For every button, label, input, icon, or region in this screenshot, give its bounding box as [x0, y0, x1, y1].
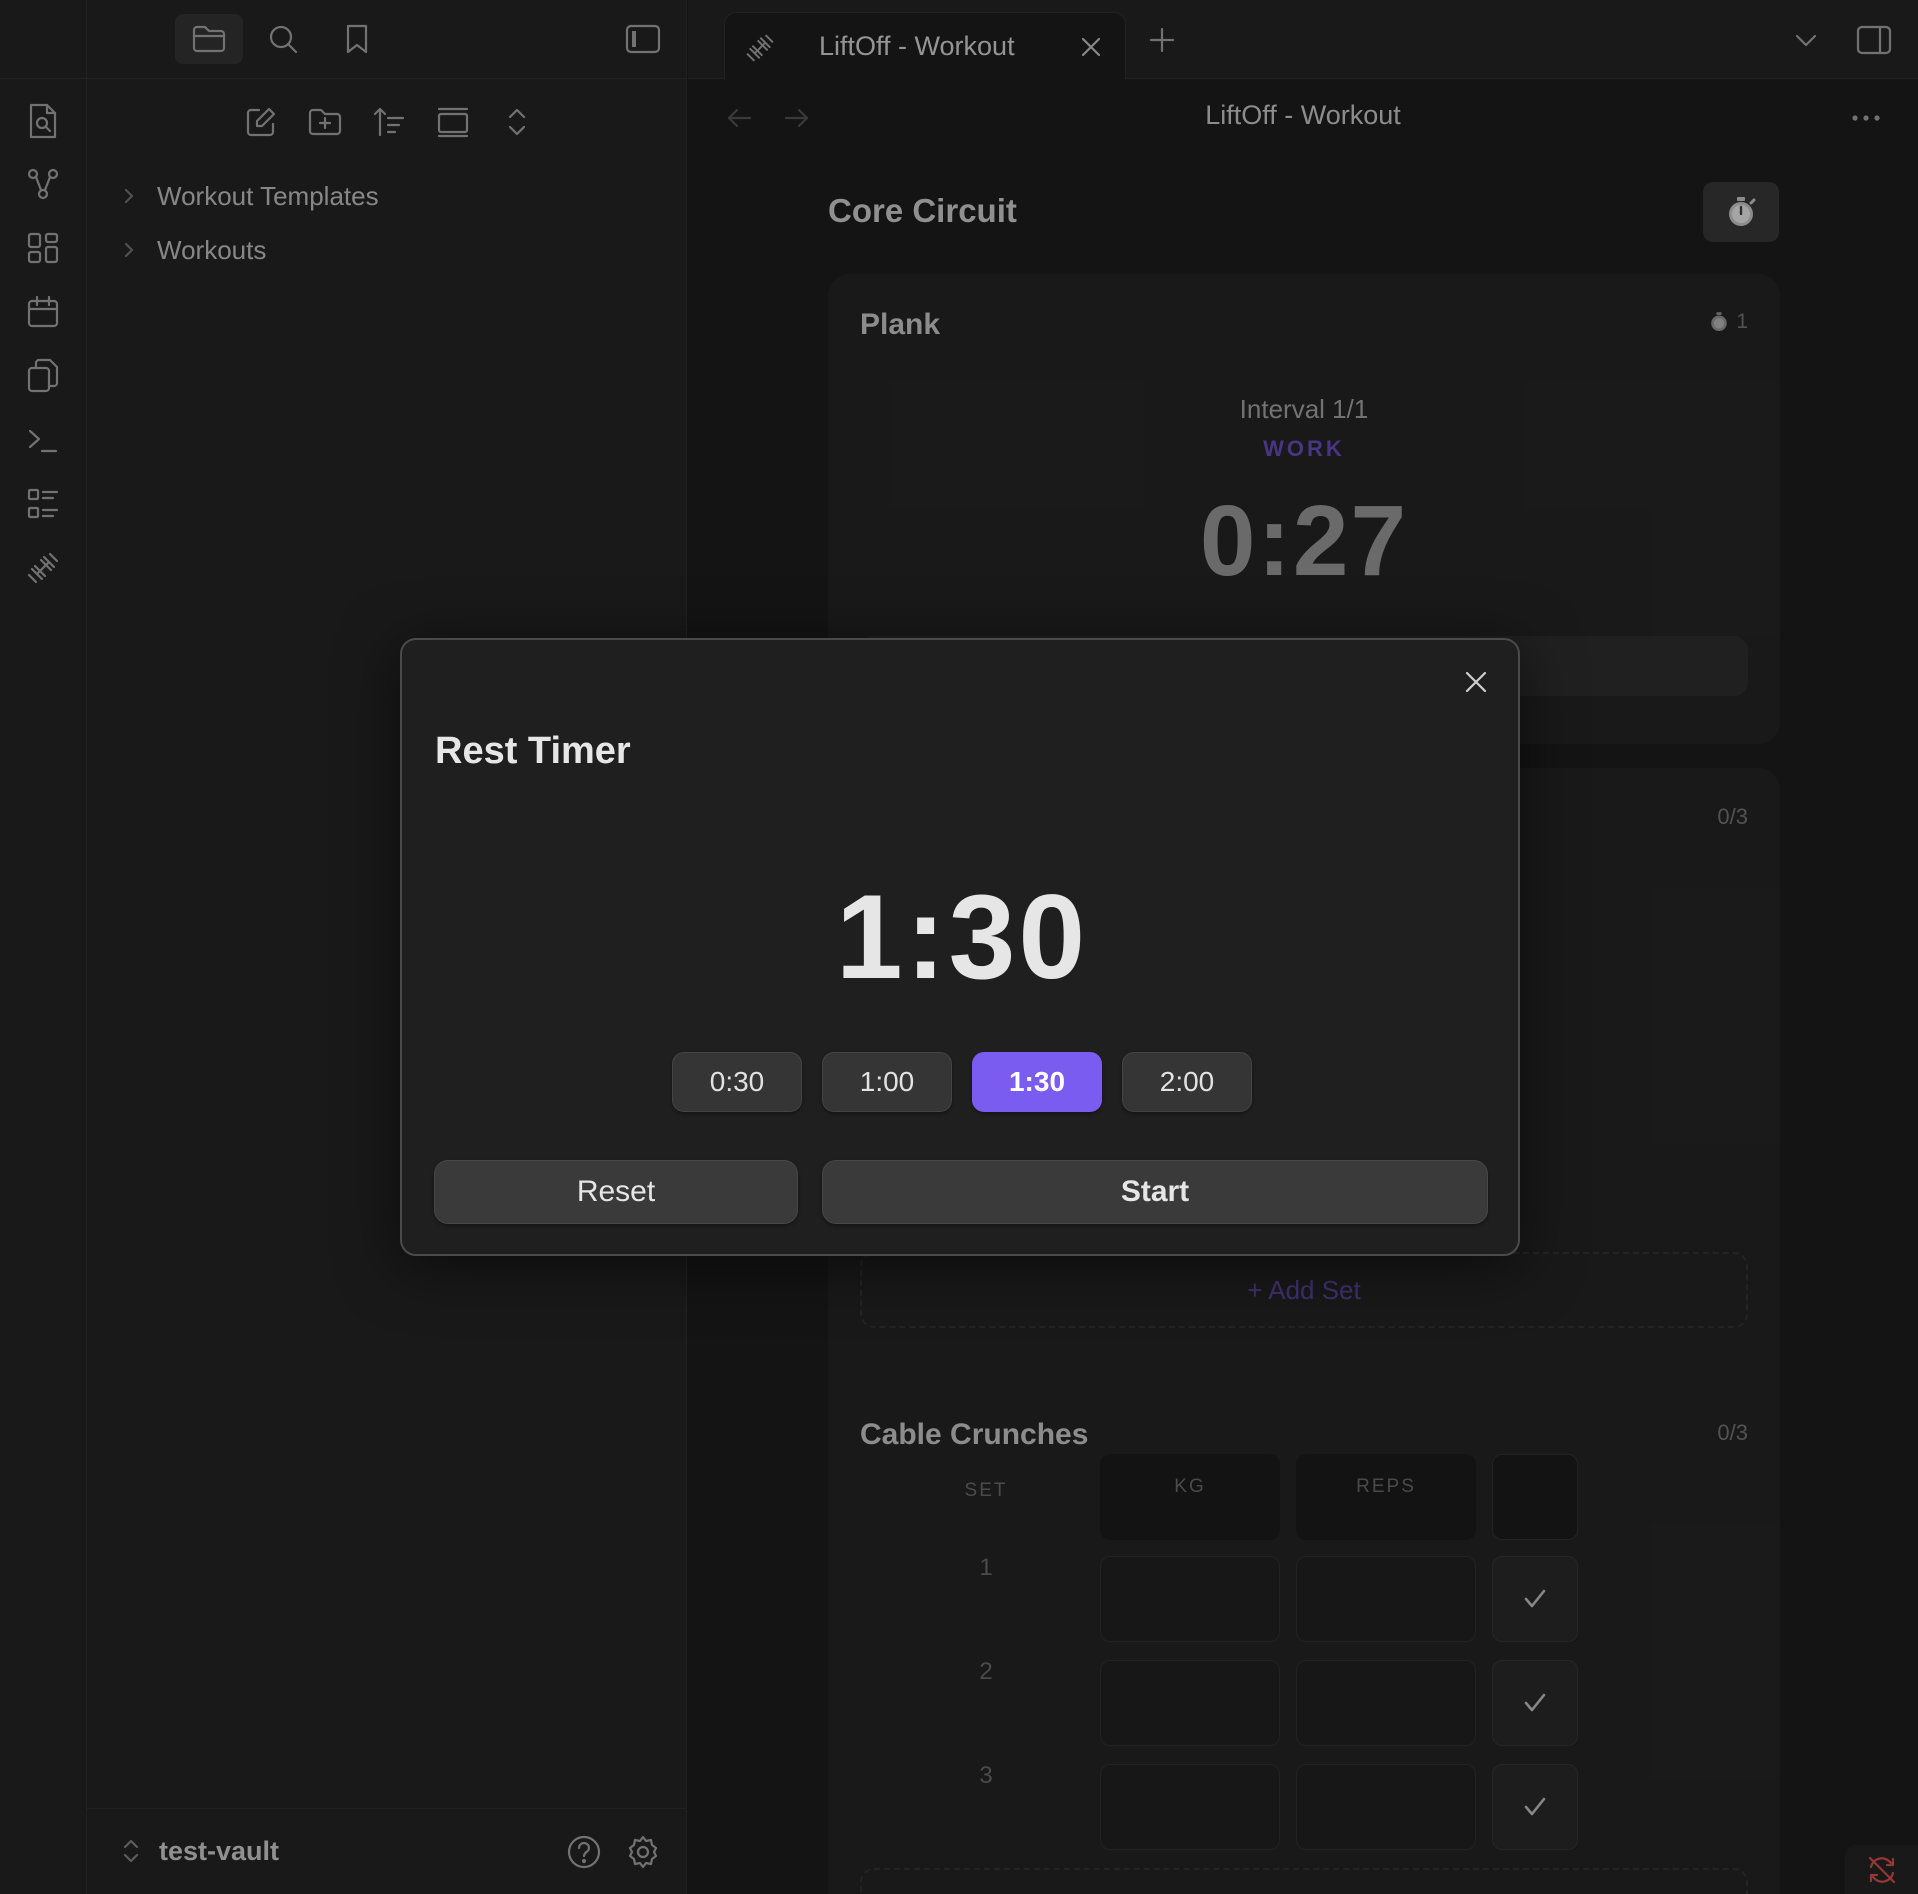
start-button[interactable]: Start	[822, 1160, 1488, 1224]
rest-timer-display: 1:30	[835, 870, 1089, 1004]
preset-button-0-30[interactable]: 0:30	[672, 1052, 802, 1112]
rest-timer-modal: Rest Timer 1:30 0:30 1:00 1:30 2:00 Rese…	[400, 638, 1520, 1256]
preset-button-2-00[interactable]: 2:00	[1122, 1052, 1252, 1112]
preset-button-1-30[interactable]: 1:30	[972, 1052, 1102, 1112]
close-icon[interactable]	[1454, 660, 1498, 704]
preset-button-1-00[interactable]: 1:00	[822, 1052, 952, 1112]
modal-title: Rest Timer	[435, 730, 631, 772]
preset-group: 0:30 1:00 1:30 2:00	[402, 1052, 1522, 1112]
reset-button[interactable]: Reset	[434, 1160, 798, 1224]
